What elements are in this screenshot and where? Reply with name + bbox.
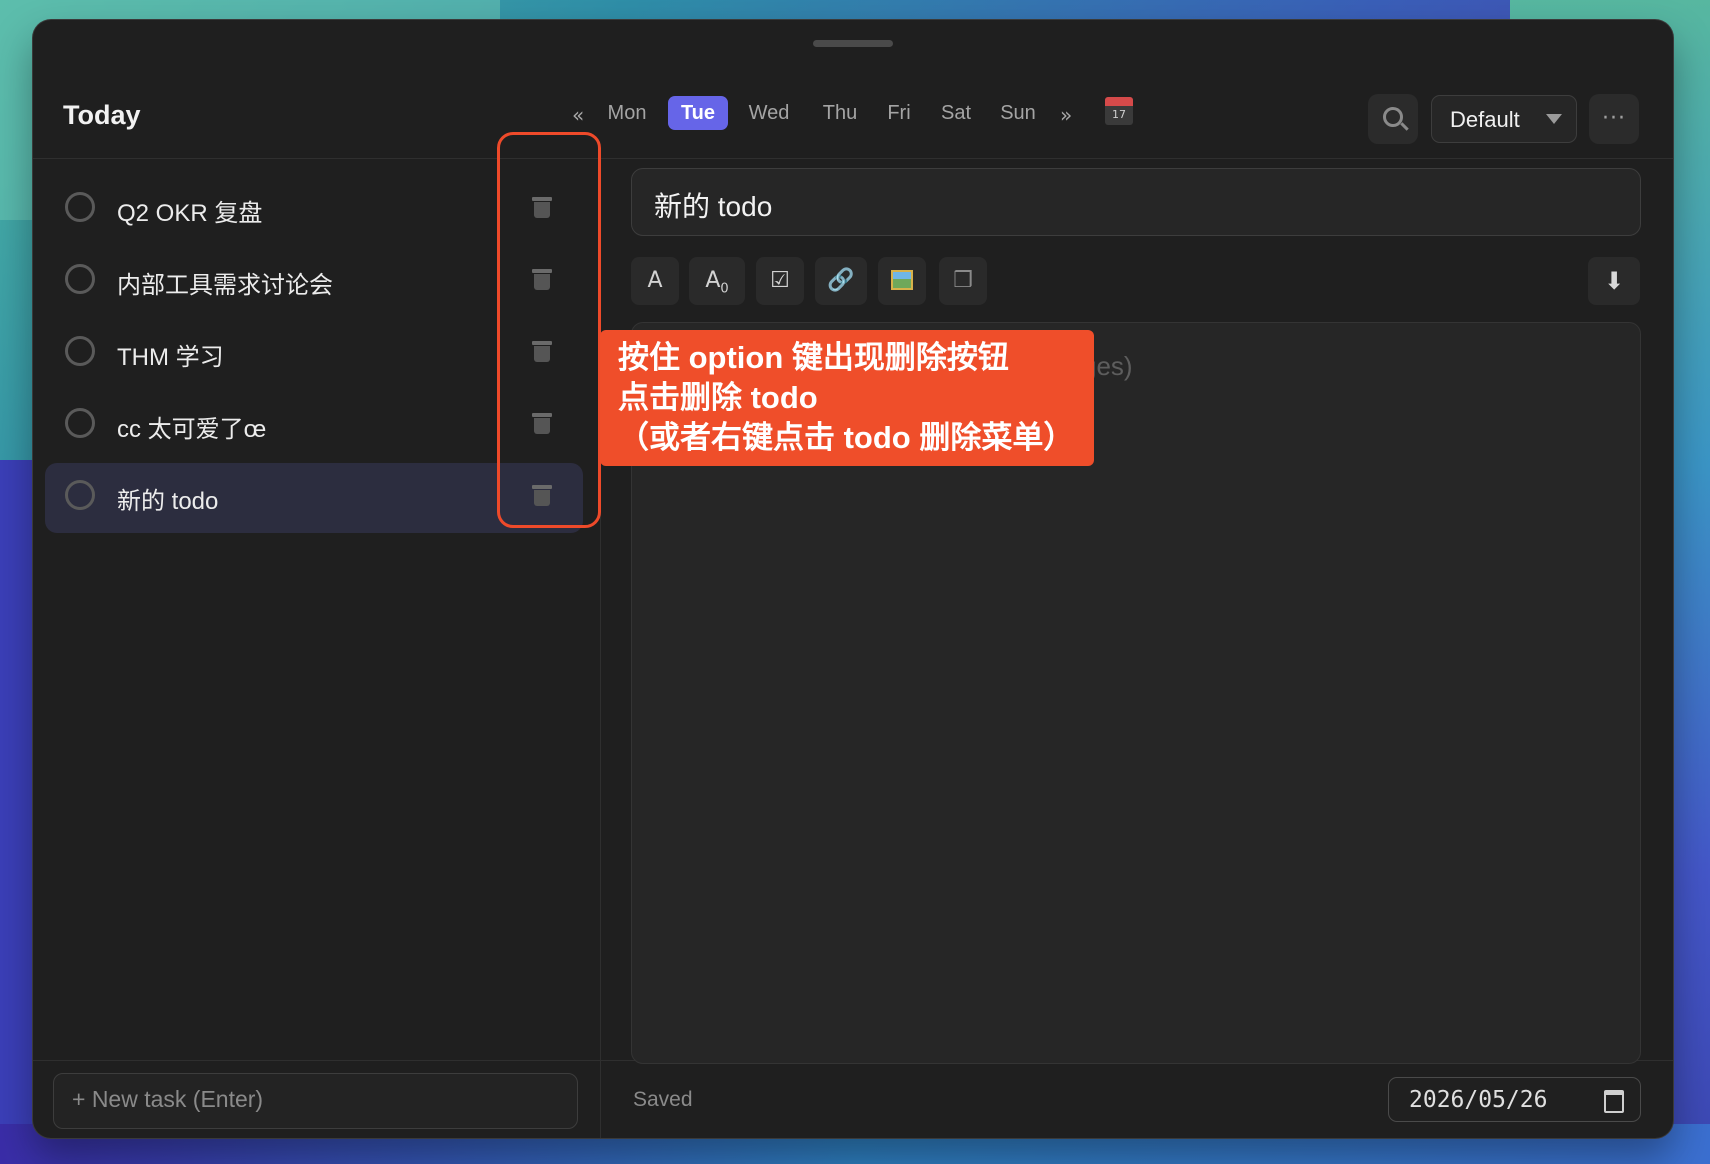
day-tab-fri[interactable]: Fri — [879, 96, 919, 130]
image-button[interactable] — [878, 257, 926, 305]
callout-line: 按住 option 键出现删除按钮 — [618, 340, 1009, 375]
clip-icon: ❒ — [953, 268, 973, 293]
text-icon: A — [647, 268, 663, 293]
task-label: cc 太可爱了œ — [117, 416, 267, 443]
more-icon: ··· — [1602, 106, 1626, 131]
task-title-input[interactable]: 新的 todo — [631, 168, 1641, 236]
day-tab-mon[interactable]: Mon — [599, 96, 655, 130]
previous-week-button[interactable]: « — [572, 103, 584, 127]
day-tab-sun[interactable]: Sun — [993, 96, 1043, 130]
chevron-down-icon — [1546, 114, 1562, 124]
task-label: THM 学习 — [117, 344, 224, 371]
list-select[interactable]: Default — [1431, 95, 1577, 143]
new-task-input[interactable]: + New task (Enter) — [53, 1073, 578, 1129]
task-checkbox[interactable] — [65, 192, 95, 222]
task-label: Q2 OKR 复盘 — [117, 200, 263, 227]
search-icon — [1383, 107, 1403, 127]
day-tab-wed[interactable]: Wed — [741, 96, 797, 130]
annotation-highlight-box — [497, 132, 601, 528]
save-status: Saved — [633, 1088, 693, 1111]
text-size-icon-subscript: 0 — [720, 281, 729, 297]
list-select-value: Default — [1450, 107, 1520, 132]
text-size-icon: A — [705, 268, 721, 293]
download-icon: ⬇ — [1603, 267, 1625, 295]
app-window: Today « Mon Tue Wed Thu Fri Sat Sun » 17… — [33, 20, 1673, 1138]
text-size-button[interactable]: A0 — [689, 257, 745, 305]
task-label: 新的 todo — [117, 488, 219, 515]
due-date-field[interactable]: 2026/05/26 — [1388, 1077, 1641, 1122]
clip-button[interactable]: ❒ — [939, 257, 987, 305]
next-week-button[interactable]: » — [1060, 103, 1072, 127]
day-tab-tue[interactable]: Tue — [668, 96, 728, 130]
calendar-icon[interactable]: 17 — [1105, 97, 1133, 125]
task-checkbox[interactable] — [65, 336, 95, 366]
calendar-icon[interactable] — [1604, 1090, 1624, 1113]
task-checkbox[interactable] — [65, 480, 95, 510]
page-title: Today — [63, 100, 141, 130]
callout-line: （或者右键点击 todo 删除菜单） — [618, 420, 1075, 455]
checklist-button[interactable]: ☑ — [756, 257, 804, 305]
header: Today « Mon Tue Wed Thu Fri Sat Sun » 17… — [33, 70, 1673, 159]
search-button[interactable] — [1368, 94, 1418, 144]
export-button[interactable]: ⬇ — [1588, 257, 1640, 305]
task-label: 内部工具需求讨论会 — [117, 272, 333, 299]
day-tab-sat[interactable]: Sat — [933, 96, 979, 130]
callout-line: 点击删除 todo — [618, 380, 818, 415]
window-drag-handle[interactable] — [813, 40, 893, 47]
due-date-value: 2026/05/26 — [1409, 1087, 1548, 1113]
task-checkbox[interactable] — [65, 264, 95, 294]
more-button[interactable]: ··· — [1589, 94, 1639, 144]
calendar-day-number: 17 — [1112, 108, 1126, 121]
task-checkbox[interactable] — [65, 408, 95, 438]
link-icon: 🔗 — [827, 268, 855, 293]
image-icon — [891, 270, 913, 290]
day-tab-thu[interactable]: Thu — [815, 96, 865, 130]
annotation-callout: 按住 option 键出现删除按钮 点击删除 todo （或者右键点击 todo… — [600, 330, 1094, 466]
text-format-button[interactable]: A — [631, 257, 679, 305]
checkbox-icon: ☑ — [770, 268, 790, 293]
link-button[interactable]: 🔗 — [815, 257, 867, 305]
